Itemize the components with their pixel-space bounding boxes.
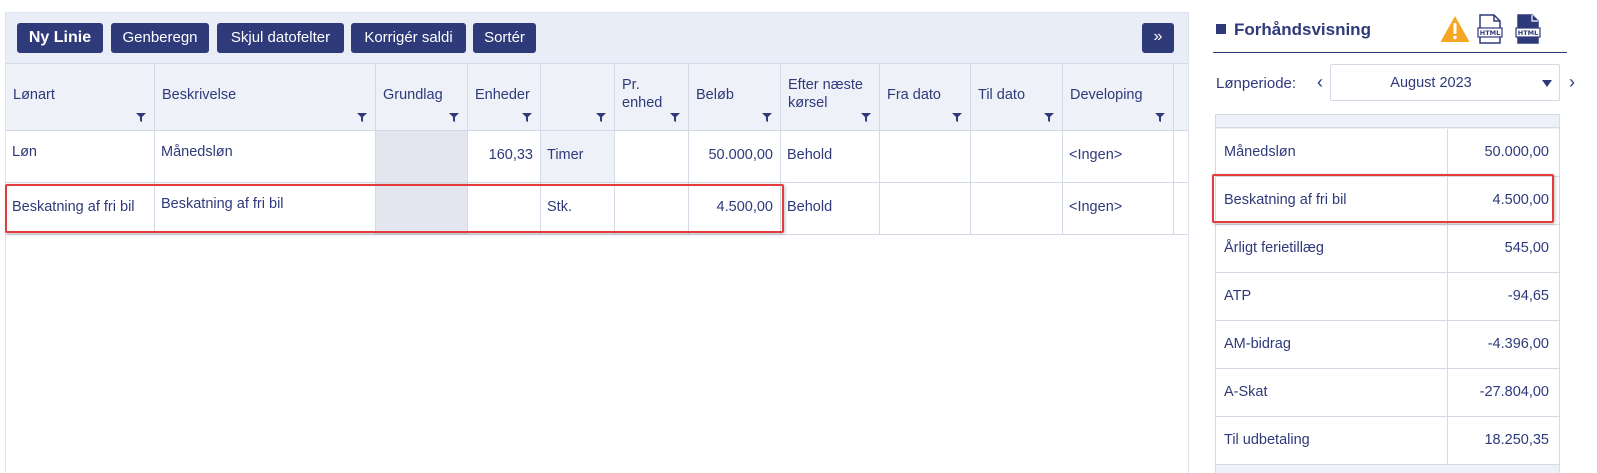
cell-wage-type[interactable]: Løn xyxy=(6,131,155,182)
filter-icon[interactable] xyxy=(762,113,772,122)
chevron-right-icon[interactable]: › xyxy=(1569,72,1575,93)
column-header-wage-type[interactable]: Lønart xyxy=(6,64,155,131)
cell-per-unit[interactable] xyxy=(615,131,689,182)
cell-basis[interactable] xyxy=(376,131,468,182)
filter-icon[interactable] xyxy=(1155,113,1165,122)
cell-description[interactable]: Beskatning af fri bil xyxy=(155,183,376,234)
filter-icon[interactable] xyxy=(1044,113,1054,122)
column-header-description[interactable]: Beskrivelse xyxy=(155,64,376,131)
toolbar: Ny Linie Genberegn Skjul datofelter Korr… xyxy=(6,13,1188,64)
pay-lines-panel: Ny Linie Genberegn Skjul datofelter Korr… xyxy=(5,12,1189,473)
cell-unit-type[interactable]: Stk. xyxy=(541,183,615,234)
html-export-icon[interactable]: HTML xyxy=(1477,14,1503,44)
cell-units[interactable]: 160,33 xyxy=(468,131,541,182)
cell-wage-type[interactable]: Beskatning af fri bil xyxy=(6,183,155,234)
filter-icon[interactable] xyxy=(136,113,146,122)
title-divider xyxy=(1213,52,1567,53)
column-header-to-date[interactable]: Til dato xyxy=(971,64,1063,131)
preview-panel: Forhåndsvisning HTML HTML Lønperiode: ‹ … xyxy=(1203,12,1597,473)
preview-table-header xyxy=(1216,115,1559,128)
filter-icon[interactable] xyxy=(357,113,367,122)
filter-icon[interactable] xyxy=(596,113,606,122)
hide-date-fields-button[interactable]: Skjul datofelter xyxy=(217,23,344,53)
list-item: A-Skat -27.804,00 xyxy=(1216,369,1559,417)
list-item: AM-bidrag -4.396,00 xyxy=(1216,321,1559,369)
cell-after-next-run[interactable]: Behold xyxy=(781,131,880,182)
cell-from-date[interactable] xyxy=(880,131,971,182)
period-dropdown[interactable]: August 2023 xyxy=(1330,64,1560,101)
cell-after-next-run[interactable]: Behold xyxy=(781,183,880,234)
caret-down-icon[interactable] xyxy=(1542,80,1552,87)
filter-icon[interactable] xyxy=(952,113,962,122)
cell-basis[interactable] xyxy=(376,183,468,234)
chevron-left-icon[interactable]: ‹ xyxy=(1317,72,1323,93)
svg-text:HTML: HTML xyxy=(1518,29,1538,37)
grid-header: Lønart Beskrivelse Grundlag Enheder Pr. e… xyxy=(6,64,1188,131)
cell-developing[interactable]: <Ingen> xyxy=(1063,183,1174,234)
preview-title: Forhåndsvisning xyxy=(1216,20,1371,40)
table-row[interactable]: Beskatning af fri bil Beskatning af fri … xyxy=(6,183,1188,235)
column-header-per-unit[interactable]: Pr. enhed xyxy=(615,64,689,131)
list-item: Beskatning af fri bil 4.500,00 xyxy=(1216,177,1559,225)
column-header-after-next-run[interactable]: Efter næste kørsel xyxy=(781,64,880,131)
square-bullet-icon xyxy=(1216,24,1226,34)
cell-unit-type[interactable]: Timer xyxy=(541,131,615,182)
sort-button[interactable]: Sortér xyxy=(473,23,536,53)
filter-icon[interactable] xyxy=(449,113,459,122)
preview-table: Månedsløn 50.000,00 Beskatning af fri bi… xyxy=(1215,114,1560,473)
column-header-unit-type[interactable] xyxy=(541,64,615,131)
svg-text:HTML: HTML xyxy=(1480,29,1500,37)
correct-balances-button[interactable]: Korrigér saldi xyxy=(351,23,466,53)
column-header-basis[interactable]: Grundlag xyxy=(376,64,468,131)
column-header-from-date[interactable]: Fra dato xyxy=(880,64,971,131)
cell-amount[interactable]: 50.000,00 xyxy=(689,131,781,182)
cell-extra[interactable] xyxy=(1174,183,1188,234)
column-header-amount[interactable]: Beløb xyxy=(689,64,781,131)
recalculate-button[interactable]: Genberegn xyxy=(111,23,209,53)
new-line-button[interactable]: Ny Linie xyxy=(17,23,103,53)
html-dark-export-icon[interactable]: HTML xyxy=(1515,14,1541,44)
column-header-extra[interactable] xyxy=(1174,64,1188,131)
period-value: August 2023 xyxy=(1390,75,1472,91)
table-row[interactable]: Løn Månedsløn 160,33 Timer 50.000,00 Beh… xyxy=(6,131,1188,183)
cell-extra[interactable] xyxy=(1174,131,1188,182)
warning-icon[interactable] xyxy=(1440,15,1470,43)
cell-amount[interactable]: 4.500,00 xyxy=(689,183,781,234)
cell-per-unit[interactable] xyxy=(615,183,689,234)
list-item: ATP -94,65 xyxy=(1216,273,1559,321)
cell-to-date[interactable] xyxy=(971,183,1063,234)
cell-to-date[interactable] xyxy=(971,131,1063,182)
column-header-units[interactable]: Enheder xyxy=(468,64,541,131)
period-label: Lønperiode: xyxy=(1216,75,1297,92)
cell-description[interactable]: Månedsløn xyxy=(155,131,376,182)
more-actions-button[interactable]: » xyxy=(1142,23,1174,53)
cell-developing[interactable]: <Ingen> xyxy=(1063,131,1174,182)
filter-icon[interactable] xyxy=(861,113,871,122)
column-header-developing[interactable]: Developing xyxy=(1063,64,1174,131)
filter-icon[interactable] xyxy=(522,113,532,122)
filter-icon[interactable] xyxy=(670,113,680,122)
cell-units[interactable] xyxy=(468,183,541,234)
list-item: Årligt ferietillæg 545,00 xyxy=(1216,225,1559,273)
list-item: Til udbetaling 18.250,35 xyxy=(1216,417,1559,465)
cell-from-date[interactable] xyxy=(880,183,971,234)
list-item: Månedsløn 50.000,00 xyxy=(1216,129,1559,177)
